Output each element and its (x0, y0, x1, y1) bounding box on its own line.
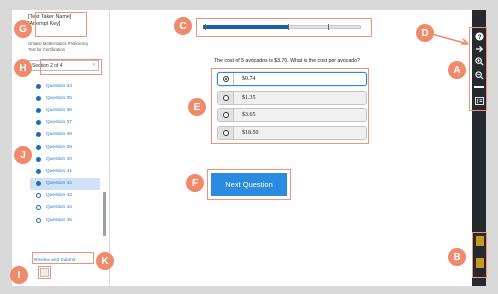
answered-dot-icon (36, 107, 41, 113)
question-list-item[interactable]: Question 34 (30, 80, 100, 92)
question-label: Question 40 (46, 156, 72, 162)
question-label: Question 44 (46, 205, 72, 211)
annotation-box-b (472, 232, 487, 278)
question-label: Question 41 (46, 168, 72, 174)
callout-c: C (174, 17, 192, 35)
question-label: Question 38 (46, 132, 72, 138)
question-label: Question 42 (46, 181, 72, 187)
annotation-box-c (196, 18, 372, 37)
callout-g: G (14, 20, 32, 38)
annotation-box-h (40, 59, 102, 75)
exam-title: Ontario Mathematics Proficiency Test for… (28, 41, 108, 52)
question-list-item[interactable]: Question 43 (30, 190, 100, 202)
question-panel (110, 10, 472, 286)
question-label: Question 37 (46, 120, 72, 126)
callout-k: K (96, 252, 114, 270)
question-list-item[interactable]: Question 40 (30, 153, 100, 165)
unanswered-dot-icon (36, 205, 41, 211)
question-label: Question 35 (46, 95, 72, 101)
question-list-item[interactable]: Question 41 (30, 165, 100, 177)
question-list: Question 34 Question 35 Question 36 Ques… (30, 80, 100, 226)
answered-dot-icon (36, 181, 41, 187)
callout-b: B (448, 248, 466, 266)
unanswered-dot-icon (36, 193, 41, 199)
question-list-item[interactable]: Question 38 (30, 129, 100, 141)
annotation-box-g (35, 12, 87, 37)
answered-dot-icon (36, 120, 41, 126)
question-label: Question 39 (46, 144, 72, 150)
scrollbar-thumb[interactable] (103, 192, 106, 236)
callout-i: I (10, 266, 28, 284)
annotation-box-e (211, 68, 369, 144)
annotation-box-f (207, 169, 291, 200)
callout-a: A (448, 61, 466, 79)
question-list-item[interactable]: Question 45 (30, 214, 100, 226)
answered-dot-icon (36, 83, 41, 89)
question-label: Question 34 (46, 83, 72, 89)
callout-e: E (188, 98, 206, 116)
question-list-item[interactable]: Question 44 (30, 202, 100, 214)
exam-title-line-2: Test for Certification (28, 46, 66, 52)
question-list-item[interactable]: Question 39 (30, 141, 100, 153)
callout-f: F (186, 174, 204, 192)
question-label: Question 36 (46, 107, 72, 113)
answered-dot-icon (36, 168, 41, 174)
answered-dot-icon (36, 156, 41, 162)
question-list-item-current[interactable]: Question 42 (30, 177, 100, 190)
question-label: Question 45 (46, 217, 72, 223)
question-list-item[interactable]: Question 35 (30, 92, 100, 104)
question-label: Question 43 (46, 193, 72, 199)
unanswered-dot-icon (36, 217, 41, 223)
annotation-box-k (32, 252, 94, 264)
callout-h: H (14, 59, 32, 77)
answered-dot-icon (36, 95, 41, 101)
callout-j: J (14, 146, 32, 164)
question-list-item[interactable]: Question 36 (30, 104, 100, 116)
question-list-item[interactable]: Question 37 (30, 117, 100, 129)
callout-d-arrow (431, 33, 469, 45)
answered-dot-icon (36, 144, 41, 150)
answered-dot-icon (36, 132, 41, 138)
annotation-box-i (38, 266, 51, 279)
question-text: The cost of 5 avocados is $3.70. What is… (214, 58, 360, 64)
